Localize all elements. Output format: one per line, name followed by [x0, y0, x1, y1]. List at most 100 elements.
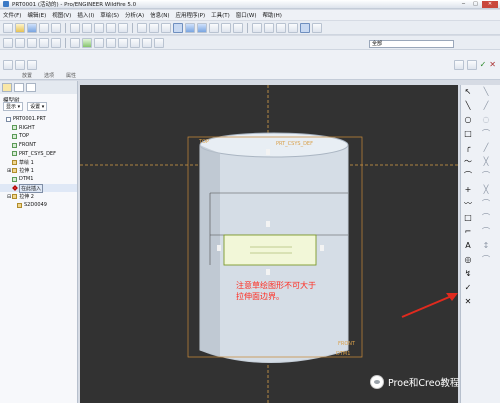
minimize-button[interactable]: ─	[458, 1, 469, 8]
select-icon[interactable]: ↖	[463, 87, 473, 97]
tangent-line-icon[interactable]: ╱	[481, 101, 491, 111]
annotation-toggle-icon[interactable]	[51, 37, 61, 48]
dimension-marker[interactable]	[320, 245, 324, 251]
tree-item-csys[interactable]: PRT_CSYS_DEF	[0, 149, 77, 158]
maximize-button[interactable]: □	[470, 1, 481, 8]
pause-icon[interactable]	[453, 60, 464, 70]
elliptic-fillet-icon[interactable]: ⌒	[481, 171, 491, 181]
datum-plane-tool-icon[interactable]	[82, 37, 92, 48]
open-icon[interactable]	[15, 22, 25, 33]
construction-point-icon[interactable]: ╳	[481, 157, 491, 167]
menu-sketch[interactable]: 草绘(S)	[100, 11, 119, 19]
undo-icon[interactable]	[70, 22, 80, 33]
favorites-tab-icon[interactable]	[26, 83, 36, 92]
analysis-icon[interactable]	[142, 37, 152, 48]
hidden-line-icon[interactable]	[276, 22, 286, 33]
arc-tool-icon[interactable]: ╭	[463, 143, 473, 153]
selection-filter-select[interactable]: 全部	[369, 40, 454, 48]
done-sketch-icon[interactable]: ✓	[463, 283, 473, 293]
reference-icon[interactable]: ⌒	[481, 213, 491, 223]
datum-axis-toggle-icon[interactable]	[15, 37, 25, 48]
dimension-marker[interactable]	[266, 221, 270, 227]
save-icon[interactable]	[27, 22, 37, 33]
collapse-icon[interactable]: ⊟	[7, 194, 11, 200]
paste-icon[interactable]	[118, 22, 128, 33]
redo-icon[interactable]	[82, 22, 92, 33]
cancel-icon[interactable]: ✕	[489, 60, 496, 70]
concentric-circle-icon[interactable]: ◌	[481, 115, 491, 125]
expand-icon[interactable]: ⊞	[7, 168, 11, 174]
datum-plane-toggle-icon[interactable]	[3, 37, 13, 48]
csys-point-icon[interactable]: ╳	[481, 185, 491, 195]
datum-curve-tool-icon[interactable]	[106, 37, 116, 48]
constraint-tool-icon[interactable]: ⌐	[463, 227, 473, 237]
new-icon[interactable]	[3, 22, 13, 33]
three-point-arc-icon[interactable]: ⌒	[481, 129, 491, 139]
display-menu-button[interactable]: 显示 ▾	[3, 102, 24, 111]
spin-center-icon[interactable]	[70, 37, 80, 48]
close-button[interactable]: ✕	[482, 1, 498, 8]
layers-icon[interactable]	[252, 22, 262, 33]
tree-item-part[interactable]: PRT0001.PRT	[0, 115, 77, 124]
regenerate-icon[interactable]	[137, 22, 147, 33]
datum-csys-tool-icon[interactable]	[130, 37, 140, 48]
extrude-surface-icon[interactable]	[15, 60, 25, 70]
palette-tool-icon[interactable]: ◎	[463, 255, 473, 265]
print-icon[interactable]	[39, 22, 49, 33]
tree-item-top[interactable]: TOP	[0, 132, 77, 141]
dimension-tool-icon[interactable]: □	[463, 213, 473, 223]
tab-options[interactable]: 选项	[44, 72, 54, 79]
line-tool-icon[interactable]: ╲	[463, 101, 473, 111]
refit-icon[interactable]	[209, 22, 219, 33]
preview-icon[interactable]	[466, 60, 477, 70]
dimension-marker[interactable]	[217, 245, 221, 251]
csys-toggle-icon[interactable]	[39, 37, 49, 48]
text-tool-icon[interactable]: A	[463, 241, 473, 251]
cancel-sketch-icon[interactable]: ✕	[463, 297, 473, 307]
centerline-icon[interactable]: ╲	[481, 87, 491, 97]
wireframe-icon[interactable]	[288, 22, 298, 33]
dimension-marker[interactable]	[266, 149, 270, 155]
tree-item-right[interactable]: RIGHT	[0, 124, 77, 133]
find-icon[interactable]	[149, 22, 159, 33]
sketch-tool-icon[interactable]	[154, 37, 164, 48]
chamfer-icon[interactable]: ╱	[481, 143, 491, 153]
extrude-solid-icon[interactable]	[3, 60, 13, 70]
select-box-icon[interactable]	[161, 22, 171, 33]
tree-item-insert-here[interactable]: 在此插入	[0, 183, 77, 193]
context-help-icon[interactable]	[312, 22, 322, 33]
settings-menu-button[interactable]: 设置 ▾	[27, 102, 48, 111]
tab-placement[interactable]: 放置	[22, 72, 32, 79]
menu-applications[interactable]: 应用程序(P)	[176, 11, 206, 19]
menu-info[interactable]: 信息(N)	[150, 11, 169, 19]
dimension-marker[interactable]	[266, 269, 270, 275]
conic-icon[interactable]: ⌒	[481, 227, 491, 237]
point-tool-icon[interactable]: +	[463, 185, 473, 195]
repaint-icon[interactable]	[173, 22, 183, 33]
datum-point-tool-icon[interactable]	[118, 37, 128, 48]
mirror-icon[interactable]: ↕	[481, 241, 491, 251]
graphics-viewport[interactable]: TOP PRT_CSYS_DEF FRONT DTM1 注意草绘图形不可大于 拉…	[80, 85, 458, 403]
trim-tool-icon[interactable]: ↯	[463, 269, 473, 279]
model-tree-tab-icon[interactable]	[2, 83, 12, 92]
menu-edit[interactable]: 编辑(E)	[27, 11, 46, 19]
menu-window[interactable]: 窗口(W)	[236, 11, 257, 19]
datum-point-toggle-icon[interactable]	[27, 37, 37, 48]
cut-icon[interactable]	[94, 22, 104, 33]
offset-tool-icon[interactable]: 〰	[463, 199, 473, 209]
menu-file[interactable]: 文件(F)	[3, 11, 21, 19]
copy-icon[interactable]	[106, 22, 116, 33]
reorient-icon[interactable]	[221, 22, 231, 33]
spline-tool-icon[interactable]: 〜	[463, 157, 473, 167]
circle-tool-icon[interactable]: ○	[463, 115, 473, 125]
menu-help[interactable]: 帮助(H)	[263, 11, 282, 19]
menu-tools[interactable]: 工具(T)	[211, 11, 230, 19]
confirm-icon[interactable]: ✓	[480, 60, 487, 70]
folder-browser-tab-icon[interactable]	[14, 83, 24, 92]
tree-item-sketch-section[interactable]: S2D0049	[0, 201, 77, 210]
thicken-icon[interactable]: ⌒	[481, 199, 491, 209]
menu-insert[interactable]: 插入(I)	[77, 11, 94, 19]
zoom-in-icon[interactable]	[185, 22, 195, 33]
mail-icon[interactable]	[51, 22, 61, 33]
datum-axis-tool-icon[interactable]	[94, 37, 104, 48]
